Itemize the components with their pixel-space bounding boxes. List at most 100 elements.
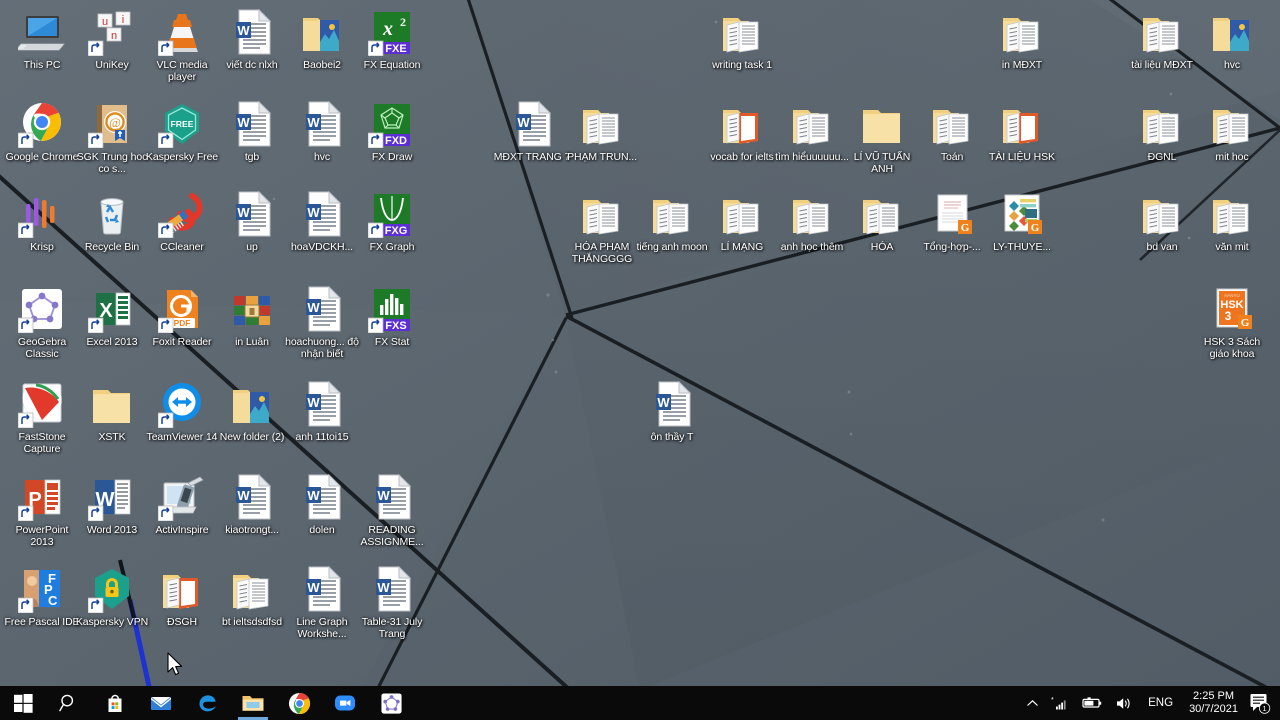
search-button[interactable] — [46, 686, 92, 720]
vlc-cone-icon — [158, 8, 206, 56]
desktop-icon-recycle-bin[interactable]: Recycle Bin — [73, 190, 151, 253]
desktop[interactable]: This PC u i n UniKey VLC media player Wvi… — [0, 0, 1280, 720]
desktop-icon-excel-2013[interactable]: X Excel 2013 — [73, 285, 151, 348]
folder-doc-icon — [1208, 100, 1256, 148]
desktop-icon-kaspersky-free[interactable]: FREE Kaspersky Free — [143, 100, 221, 163]
file-explorer-button[interactable] — [230, 686, 276, 720]
desktop-icon-hoachuong[interactable]: Whoachuong... độ nhận biết — [283, 285, 361, 360]
desktop-icon-kiaotrongt[interactable]: Wkiaotrongt... — [213, 473, 291, 536]
volume-button[interactable] — [1109, 686, 1139, 720]
desktop-icon-vocab-for-ielts[interactable]: vocab for ielts — [703, 100, 781, 163]
desktop-icon-foxit-reader[interactable]: PDF Foxit Reader — [143, 285, 221, 348]
desktop-icon-hoa-pham-thanggg[interactable]: HÓA PHẠM THẮNGGGG — [563, 190, 641, 265]
desktop-icon-label: PowerPoint 2013 — [15, 524, 69, 548]
svg-text:3: 3 — [1225, 309, 1232, 323]
desktop-icon-bd-van[interactable]: bd van — [1123, 190, 1201, 253]
mail-button[interactable] — [138, 686, 184, 720]
desktop-icon-hsk3-sach[interactable]: HANYU HSK 3 G HSK 3 Sách giáo khoa — [1193, 285, 1271, 360]
network-button[interactable]: * — [1045, 686, 1075, 720]
desktop-icon-faststone-capture[interactable]: FastStone Capture — [3, 380, 81, 455]
desktop-icon-hoa[interactable]: HÓA — [843, 190, 921, 253]
desktop-icon-label: SGK Trung hoc co s... — [76, 151, 148, 175]
start-button[interactable] — [0, 686, 46, 720]
desktop-icon-fx-stat[interactable]: FXS FX Stat — [353, 285, 431, 348]
desktop-icon-krisp[interactable]: Krisp — [3, 190, 81, 253]
desktop-icon-li-mang[interactable]: LÍ MẠNG — [703, 190, 781, 253]
desktop-icon-google-chrome[interactable]: Google Chrome — [3, 100, 81, 163]
desktop-icon-this-pc[interactable]: This PC — [3, 8, 81, 71]
desktop-icon-writing-task-1[interactable]: writing task 1 — [703, 8, 781, 71]
desktop-icon-mdxt-trang-7[interactable]: W MĐXT TRANG 7 — [493, 100, 571, 163]
desktop-icon-reading-assignme[interactable]: W READING ASSIGNME... — [353, 473, 431, 548]
desktop-icon-label: This PC — [23, 59, 61, 71]
input-language-indicator[interactable]: ENG — [1139, 686, 1182, 720]
zoom-button[interactable] — [322, 686, 368, 720]
desktop-icon-table-31-july-trang[interactable]: W Table-31 July Trang — [353, 565, 431, 640]
desktop-icon-dolen[interactable]: Wdolen — [283, 473, 361, 536]
desktop-icon-anh-hoc-them[interactable]: anh học thêm — [773, 190, 851, 253]
show-hidden-icons-button[interactable] — [1020, 686, 1045, 720]
word-doc-icon: W — [228, 100, 276, 148]
taskbar[interactable]: * ENG 2:25 PM 30/7/2021 1 — [0, 686, 1280, 720]
desktop-icon-kaspersky-vpn[interactable]: Kaspersky VPN — [73, 565, 151, 628]
desktop-icon-viet-dc-nlxh[interactable]: Wviết dc nlxh — [213, 8, 291, 71]
notifications-button[interactable]: 1 — [1245, 686, 1280, 720]
desktop-icon-sgk-trung[interactable]: @ SGK Trung hoc co s... — [73, 100, 151, 175]
svg-text:G: G — [1241, 317, 1250, 329]
desktop-icon-tai-lieu-hsk[interactable]: TÀI LIỆU HSK — [983, 100, 1061, 163]
desktop-icon-toan[interactable]: Toán — [913, 100, 991, 163]
desktop-icon-xstk[interactable]: XSTK — [73, 380, 151, 443]
desktop-icon-fx-equation[interactable]: x 2 FXE FX Equation — [353, 8, 431, 71]
svg-text:i: i — [122, 14, 124, 26]
desktop-icon-dsgh[interactable]: ĐSGH — [143, 565, 221, 628]
desktop-icon-teamviewer-14[interactable]: TeamViewer 14 — [143, 380, 221, 443]
chrome-button[interactable] — [276, 686, 322, 720]
desktop-icon-pham-trun[interactable]: PHẠM TRUN... — [563, 100, 641, 163]
svg-text:W: W — [237, 488, 250, 503]
battery-button[interactable] — [1075, 686, 1109, 720]
desktop-icon-hvc-doc[interactable]: Whvc — [283, 100, 361, 163]
desktop-icon-activinspire[interactable]: ActivInspire — [143, 473, 221, 536]
edge-button[interactable] — [184, 686, 230, 720]
desktop-icon-van-mit[interactable]: văn mit — [1193, 190, 1271, 253]
desktop-icon-line-graph-workshe[interactable]: W Line Graph Workshe... — [283, 565, 361, 640]
desktop-icon-tai-lieu-mdxt[interactable]: tài liệu MĐXT — [1123, 8, 1201, 71]
desktop-icon-fx-graph[interactable]: FXG FX Graph — [353, 190, 431, 253]
desktop-icon-li-vu-tuan-anh[interactable]: LÍ VŨ TUẤN ANH — [843, 100, 921, 175]
desktop-icon-fx-draw[interactable]: FXD FX Draw — [353, 100, 431, 163]
geogebra-button[interactable] — [368, 686, 414, 720]
powerpoint-icon: P — [18, 473, 66, 521]
desktop-icon-anh-11toi15[interactable]: Wanh 11toi15 — [283, 380, 361, 443]
desktop-icon-dgnl[interactable]: ĐGNL — [1123, 100, 1201, 163]
desktop-icon-on-thay-t[interactable]: Wôn thầy T — [633, 380, 711, 443]
svg-text:x: x — [382, 18, 393, 40]
clock[interactable]: 2:25 PM 30/7/2021 — [1182, 686, 1245, 720]
desktop-icon-ly-thuye[interactable]: G LY-THUYE... — [983, 190, 1061, 253]
desktop-icon-mit-hoc[interactable]: mit hoc — [1193, 100, 1271, 163]
desktop-icon-powerpoint-2013[interactable]: P PowerPoint 2013 — [3, 473, 81, 548]
desktop-icon-free-pascal-ide[interactable]: F P C Free Pascal IDE — [3, 565, 81, 628]
desktop-icon-up[interactable]: Wup — [213, 190, 291, 253]
desktop-icon-word-2013[interactable]: W Word 2013 — [73, 473, 151, 536]
desktop-icon-tieng-anh-moon[interactable]: tiếng anh moon — [633, 190, 711, 253]
desktop-icon-label: vocab for ielts — [710, 151, 774, 163]
microsoft-store-button[interactable] — [92, 686, 138, 720]
desktop-icon-tong-hop[interactable]: G Tổng-hợp-... — [913, 190, 991, 253]
system-tray[interactable]: * ENG 2:25 PM 30/7/2021 1 — [1020, 686, 1280, 720]
windows-logo-icon — [13, 693, 33, 713]
desktop-icon-baobei2[interactable]: Baobei2 — [283, 8, 361, 71]
desktop-icon-ccleaner[interactable]: CCleaner — [143, 190, 221, 253]
desktop-icon-label: LY-THUYE... — [993, 241, 1051, 253]
desktop-icon-tim-hieu[interactable]: tìm hiểuuuuuu... — [773, 100, 851, 163]
desktop-icon-new-folder-2[interactable]: New folder (2) — [213, 380, 291, 443]
desktop-icon-unikey[interactable]: u i n UniKey — [73, 8, 151, 71]
desktop-icon-hoavdckh[interactable]: WhoaVDCKH... — [283, 190, 361, 253]
desktop-icon-geogebra-classic[interactable]: GeoGebra Classic — [3, 285, 81, 360]
desktop-icon-vlc[interactable]: VLC media player — [143, 8, 221, 83]
teamviewer-icon — [158, 380, 206, 428]
desktop-icon-in-mdxt[interactable]: in MĐXT — [983, 8, 1061, 71]
desktop-icon-in-luan[interactable]: in Luân — [213, 285, 291, 348]
desktop-icon-tgb[interactable]: Wtgb — [213, 100, 291, 163]
desktop-icon-bt-ieltsdsdfsd[interactable]: bt ieltsdsdfsd — [213, 565, 291, 628]
desktop-icon-hvc-folder[interactable]: hvc — [1193, 8, 1271, 71]
